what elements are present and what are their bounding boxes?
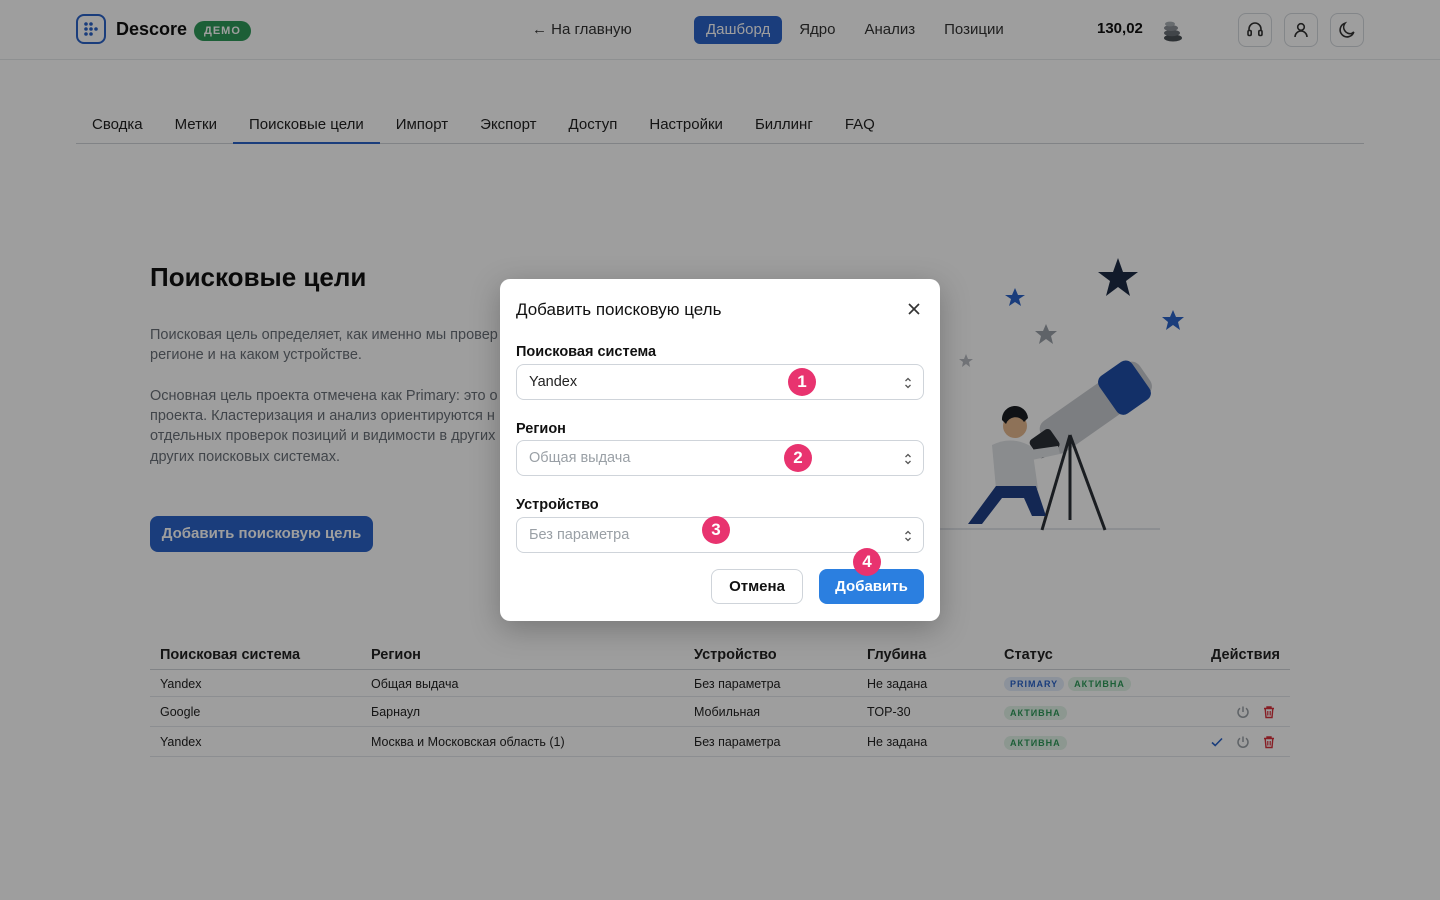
chevron-updown-icon	[905, 453, 911, 465]
search-engine-value: Yandex	[529, 374, 578, 390]
region-label: Регион	[516, 421, 566, 437]
step-marker: 1	[788, 368, 816, 396]
chevron-updown-icon	[905, 377, 911, 389]
region-select[interactable]: Общая выдача	[516, 440, 924, 476]
search-engine-label: Поисковая система	[516, 344, 657, 360]
device-placeholder: Без параметра	[529, 527, 630, 543]
step-marker: 4	[853, 548, 881, 576]
region-placeholder: Общая выдача	[529, 450, 631, 466]
search-engine-select[interactable]: Yandex	[516, 364, 924, 400]
step-marker: 2	[784, 444, 812, 472]
dialog-title: Добавить поисковую цель	[516, 300, 722, 319]
cancel-button[interactable]: Отмена	[711, 569, 803, 604]
close-icon	[908, 303, 920, 315]
close-dialog-button[interactable]	[904, 299, 924, 319]
step-marker: 3	[702, 516, 730, 544]
chevron-updown-icon	[905, 530, 911, 542]
device-label: Устройство	[516, 497, 599, 513]
